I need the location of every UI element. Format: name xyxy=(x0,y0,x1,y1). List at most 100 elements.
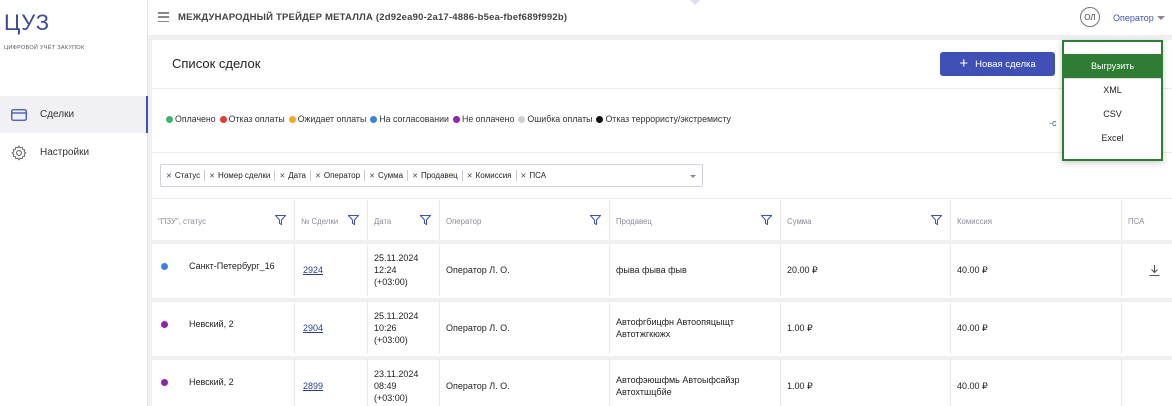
legend-label: Оплачено xyxy=(175,114,216,124)
table-row[interactable]: Невский, 2 2904 25.11.2024 10:26 (+03:00) Опе… xyxy=(152,302,1172,354)
page-title: Список сделок xyxy=(172,56,261,71)
close-icon[interactable]: ✕ xyxy=(315,172,321,180)
app-logo[interactable]: ЦУЗ xyxy=(4,10,50,36)
column-header-label: Комиссия xyxy=(957,216,992,226)
legend-item: Отказ оплаты xyxy=(219,114,285,124)
column-header-seller[interactable]: Продавец xyxy=(609,200,780,242)
sum-value: 1.00 ₽ xyxy=(787,380,813,391)
date-text: 25.11.2024 10:26 (+03:00) xyxy=(374,310,418,346)
legend-label: Ожидает оплаты xyxy=(297,114,367,124)
column-header-date[interactable]: Дата xyxy=(367,200,439,242)
status-dot xyxy=(161,262,168,270)
point-address: Невский, 2 xyxy=(189,377,234,387)
table-row[interactable]: Невский, 2 2899 23.11.2024 08:49 (+03:00) Опе… xyxy=(152,360,1172,406)
column-header-label: Дата xyxy=(374,216,392,226)
divider xyxy=(152,198,1172,199)
sidebar-item-settings[interactable]: Настройки xyxy=(0,134,148,171)
legend-item: Отказ террористу/экстремисту xyxy=(596,114,731,124)
new-deal-label: Новая сделка xyxy=(975,58,1036,70)
operator-name: Оператор Л. О. xyxy=(446,323,510,333)
close-icon[interactable]: ✕ xyxy=(279,172,285,180)
seller-line: Автофэюшфмь Автоыфсайзр xyxy=(616,375,740,385)
legend-item: Ожидает оплаты xyxy=(288,114,367,124)
columns-select[interactable]: ✕ Статус ✕ Номер сделки ✕ Дата ✕ Оператор ✕ Сумма… xyxy=(160,164,703,187)
commission-value: 40.00 ₽ xyxy=(957,322,988,333)
filter-icon[interactable] xyxy=(420,215,431,225)
column-chip: ✕ ПСА xyxy=(521,171,547,180)
filter-icon[interactable] xyxy=(275,215,286,225)
filter-icon[interactable] xyxy=(931,215,942,225)
close-icon[interactable]: ✕ xyxy=(521,172,527,180)
chevron-down-icon[interactable] xyxy=(690,175,696,178)
sidebar-item-deals[interactable]: Сделки xyxy=(0,96,148,133)
close-icon[interactable]: ✕ xyxy=(412,172,418,180)
chip-separator xyxy=(204,170,206,181)
cell-commission: 40.00 ₽ xyxy=(950,360,1121,406)
cell-operator: Оператор Л. О. xyxy=(439,244,609,296)
legend-tail-text[interactable]: -с xyxy=(1049,118,1057,128)
legend-dot xyxy=(370,115,378,123)
column-chip-label: Оператор xyxy=(323,171,361,180)
date-line: 25.11.2024 xyxy=(374,253,419,263)
seller-line: Автохтшцбйе xyxy=(616,387,672,397)
export-option-excel[interactable]: Excel xyxy=(1064,126,1161,150)
legend-label: Ошибка оплаты xyxy=(527,114,593,124)
legend-label: Отказ оплаты xyxy=(228,114,285,124)
role-selector[interactable]: Оператор xyxy=(1113,13,1154,23)
column-chip: ✕ Оператор xyxy=(315,170,366,181)
column-header-sum[interactable]: Сумма xyxy=(780,200,950,242)
column-header-psa[interactable]: ПСА xyxy=(1121,200,1172,242)
sidebar-item-label: Сделки xyxy=(40,109,75,120)
filter-icon[interactable] xyxy=(348,215,359,225)
time-line: 08:49 xyxy=(374,381,397,391)
export-option-csv[interactable]: CSV xyxy=(1064,102,1161,126)
table-row[interactable]: Санкт-Петербург_16 2924 25.11.2024 12:24 (+0… xyxy=(152,244,1172,296)
chip-separator xyxy=(309,170,311,181)
cell-status: Невский, 2 xyxy=(152,302,294,354)
column-chip: ✕ Продавец xyxy=(412,170,463,181)
column-header-deal-number[interactable]: № Сделки xyxy=(294,200,367,242)
chevron-down-icon[interactable] xyxy=(1157,16,1165,20)
deal-link[interactable]: 2899 xyxy=(303,381,323,391)
close-icon[interactable]: ✕ xyxy=(166,172,172,180)
legend-dot xyxy=(288,115,296,123)
deal-link[interactable]: 2924 xyxy=(303,265,323,275)
chip-separator xyxy=(515,170,517,181)
new-deal-button[interactable]: + Новая сделка xyxy=(940,52,1055,76)
cell-psa xyxy=(1121,302,1172,354)
date-text: 25.11.2024 12:24 (+03:00) xyxy=(374,252,418,288)
column-chip-label: Дата xyxy=(288,171,306,180)
deal-link[interactable]: 2904 xyxy=(303,323,323,333)
date-line: 25.11.2024 xyxy=(374,311,419,321)
sidebar: ЦУЗ цифровой учёт закупок Сделки Настрой… xyxy=(0,0,148,406)
legend-label: Отказ террористу/экстремисту xyxy=(605,114,731,124)
export-button[interactable]: Выгрузить xyxy=(1064,54,1161,78)
cell-sum: 1.00 ₽ xyxy=(780,360,950,406)
filter-icon[interactable] xyxy=(590,215,601,225)
point-address: Санкт-Петербург_16 xyxy=(189,261,275,271)
filter-icon[interactable] xyxy=(761,215,772,225)
avatar[interactable]: ОЛ xyxy=(1080,7,1100,27)
column-chip-label: Комиссия xyxy=(475,171,512,180)
column-header-label: Продавец xyxy=(616,216,652,226)
cell-seller: фыва фыва фыв xyxy=(609,244,780,296)
cell-sum: 1.00 ₽ xyxy=(780,302,950,354)
cell-psa xyxy=(1121,244,1172,296)
company-title: МЕЖДУНАРОДНЫЙ ТРЕЙДЕР МЕТАЛЛА (2d92ea90-… xyxy=(178,12,568,23)
legend-dot xyxy=(166,115,173,123)
cell-deal-number: 2924 xyxy=(294,244,367,296)
cell-seller: Автофгбицфн Автоопяцыщт Автотжгкюжх xyxy=(609,302,780,354)
close-icon[interactable]: ✕ xyxy=(369,172,375,180)
export-option-xml[interactable]: XML xyxy=(1064,78,1161,102)
menu-icon[interactable] xyxy=(158,12,169,22)
column-header-operator[interactable]: Оператор xyxy=(439,200,609,242)
close-icon[interactable]: ✕ xyxy=(209,172,215,180)
column-header-label: № Сделки xyxy=(301,216,339,226)
column-header-status[interactable]: "ПЗУ", статус xyxy=(152,200,294,242)
download-icon[interactable] xyxy=(1148,264,1161,277)
column-chip: ✕ Сумма xyxy=(369,170,409,181)
column-header-commission[interactable]: Комиссия xyxy=(950,200,1121,242)
sum-value: 1.00 ₽ xyxy=(787,322,813,333)
date-text: 23.11.2024 08:49 (+03:00) xyxy=(374,368,418,404)
close-icon[interactable]: ✕ xyxy=(467,172,473,180)
